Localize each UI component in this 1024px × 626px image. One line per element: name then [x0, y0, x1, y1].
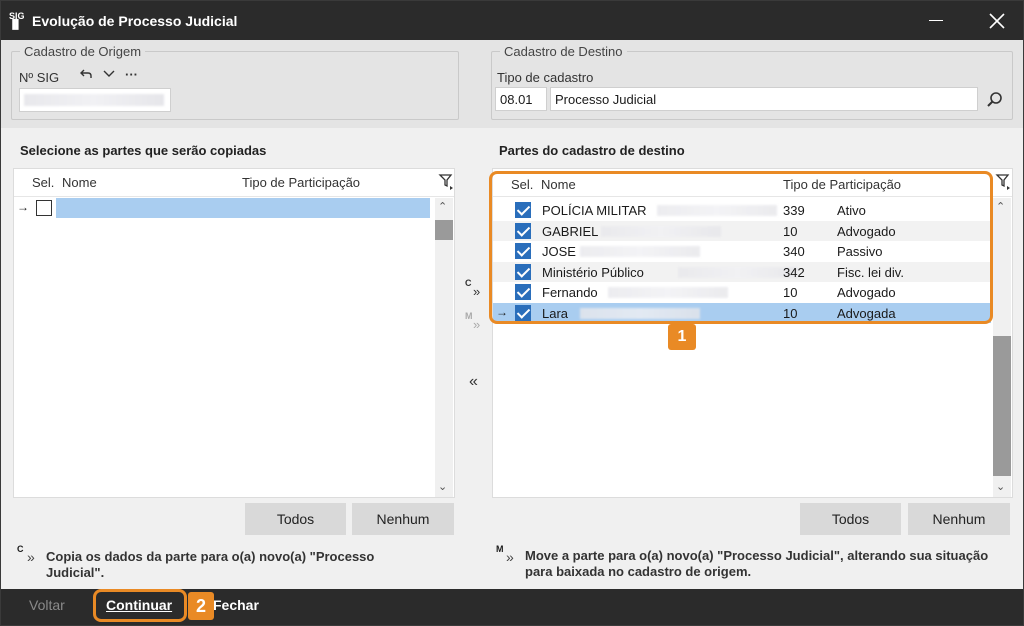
sig-app-icon: SIG ▐▌ [9, 11, 25, 29]
copy-hint-key: C [17, 544, 24, 554]
left-grid-header: Sel. Nome Tipo de Participação [14, 169, 454, 197]
more-button[interactable]: ··· [125, 67, 138, 82]
scroll-down-icon[interactable]: ⌄ [996, 480, 1005, 493]
filter-icon[interactable] [438, 173, 454, 191]
move-hint-text: Move a parte para o(a) novo(a) "Processo… [525, 548, 989, 579]
chevron-down-icon[interactable] [102, 69, 116, 79]
scroll-down-icon[interactable]: ⌄ [438, 480, 447, 493]
minimize-button[interactable] [929, 20, 943, 21]
left-parts-grid: Sel. Nome Tipo de Participação → ⌃ ⌄ [13, 168, 455, 498]
double-chevron-right-icon: » [506, 549, 514, 565]
right-scrollbar[interactable]: ⌃ ⌄ [993, 198, 1011, 497]
col-tipo[interactable]: Tipo de Participação [242, 175, 360, 190]
window-title: Evolução de Processo Judicial [32, 13, 238, 29]
scroll-up-icon[interactable]: ⌃ [996, 200, 1005, 213]
callout-badge-2: 2 [188, 592, 214, 620]
close-icon[interactable] [981, 7, 1013, 35]
row-selection [56, 198, 430, 218]
title-bar: SIG ▐▌ Evolução de Processo Judicial [1, 1, 1023, 40]
copy-hint-text: Copia os dados da parte para o(a) novo(a… [46, 549, 375, 580]
redacted-value [24, 94, 164, 106]
remove-button[interactable]: « [469, 373, 478, 391]
callout-box-2 [93, 589, 187, 622]
copy-key: C [465, 278, 472, 288]
move-hint-key: M [496, 544, 504, 554]
destination-legend: Cadastro de Destino [504, 44, 623, 59]
callout-badge-1: 1 [668, 324, 696, 350]
move-key: M [465, 311, 473, 321]
callout-box-1 [489, 171, 993, 324]
col-sel[interactable]: Sel. [32, 175, 54, 190]
type-label: Tipo de cadastro [497, 70, 594, 85]
double-chevron-right-icon: » [473, 317, 481, 332]
right-select-none-button[interactable]: Nenhum [908, 503, 1010, 535]
right-select-all-button[interactable]: Todos [800, 503, 901, 535]
back-button[interactable]: Voltar [29, 597, 65, 613]
header-area: Cadastro de Origem Nº SIG ··· Cadastro d… [1, 40, 1023, 128]
dialog-window: SIG ▐▌ Evolução de Processo Judicial Cada… [0, 0, 1024, 626]
scroll-thumb[interactable] [435, 220, 453, 240]
row-checkbox[interactable] [36, 200, 52, 216]
sig-label: Nº SIG [19, 70, 60, 85]
right-panel-title: Partes do cadastro de destino [499, 143, 685, 158]
double-chevron-right-icon: » [473, 284, 481, 299]
left-select-all-button[interactable]: Todos [245, 503, 346, 535]
type-name-input[interactable]: Processo Judicial [550, 87, 978, 111]
scroll-thumb[interactable] [993, 336, 1011, 476]
table-row[interactable]: → [14, 198, 432, 218]
left-panel-title: Selecione as partes que serão copiadas [20, 143, 267, 158]
left-scrollbar[interactable]: ⌃ ⌄ [435, 198, 453, 497]
sig-number-input[interactable] [19, 88, 171, 112]
left-select-none-button[interactable]: Nenhum [352, 503, 454, 535]
filter-icon[interactable] [995, 173, 1011, 191]
origin-legend: Cadastro de Origem [24, 44, 142, 59]
scroll-up-icon[interactable]: ⌃ [438, 200, 447, 213]
double-chevron-left-icon: « [469, 373, 478, 390]
close-button[interactable]: Fechar [213, 597, 259, 613]
col-nome[interactable]: Nome [62, 175, 97, 190]
double-chevron-right-icon: » [27, 549, 35, 565]
undo-icon[interactable] [79, 67, 93, 81]
search-icon[interactable] [986, 91, 1004, 109]
type-code-input[interactable]: 08.01 [495, 87, 547, 111]
row-pointer-icon: → [17, 200, 29, 214]
